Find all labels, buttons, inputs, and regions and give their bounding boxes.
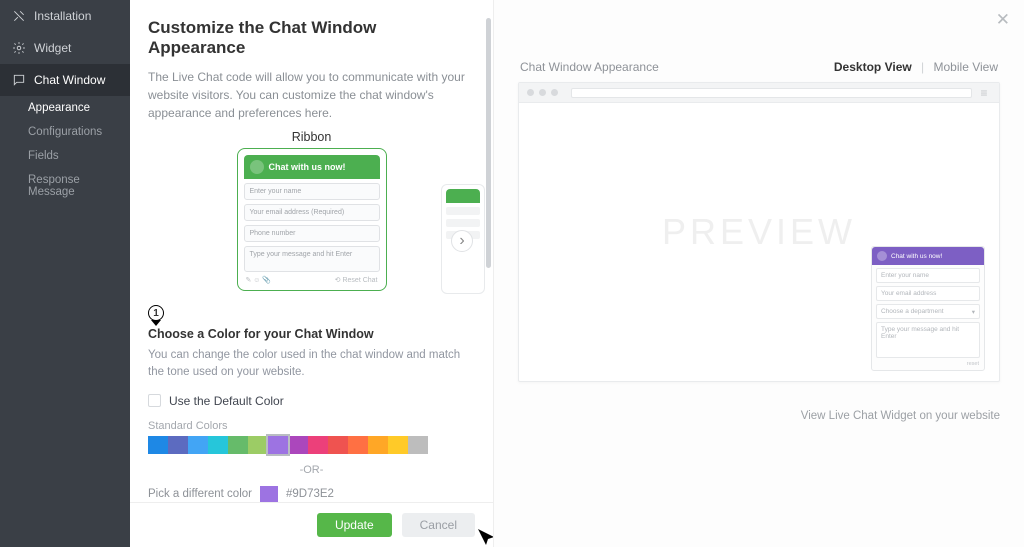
ribbon-head-text: Chat with us now!: [269, 162, 346, 172]
browser-preview: ≡ PREVIEW Chat with us now! Enter your n…: [518, 82, 1000, 382]
url-bar: [571, 88, 972, 98]
window-dot-icon: [527, 89, 534, 96]
tools-icon: [12, 9, 26, 23]
chat-icon: [12, 73, 26, 87]
color-swatch[interactable]: [308, 436, 328, 454]
tab-desktop-view[interactable]: Desktop View: [834, 60, 912, 74]
color-swatch[interactable]: [328, 436, 348, 454]
chat-msg-field: Type your message and hit Enter: [876, 322, 980, 358]
hamburger-icon: ≡: [977, 86, 991, 100]
color-swatch[interactable]: [248, 436, 268, 454]
chevron-right-icon: ›: [459, 232, 464, 250]
checkbox-icon[interactable]: [148, 394, 161, 407]
color-swatch[interactable]: [388, 436, 408, 454]
ribbon-name-field: Enter your name: [244, 183, 380, 200]
custom-color-swatch[interactable]: [260, 486, 278, 502]
chat-foot: reset: [872, 358, 984, 370]
ribbon-email-field: Your email address (Required): [244, 204, 380, 221]
tab-mobile-view[interactable]: Mobile View: [934, 60, 998, 74]
chat-widget-preview: Chat with us now! Enter your name Your e…: [871, 246, 985, 371]
settings-panel: Customize the Chat Window Appearance The…: [130, 0, 494, 547]
sidebar-item-chat-window[interactable]: Chat Window: [0, 64, 130, 96]
color-swatch[interactable]: [148, 436, 168, 454]
chevron-down-icon: ▾: [972, 308, 975, 316]
chat-bubble-icon: [250, 160, 264, 174]
standard-colors-label: Standard Colors: [148, 420, 475, 432]
pick-color-label: Pick a different color: [148, 488, 252, 500]
default-color-checkbox-row[interactable]: Use the Default Color: [148, 394, 475, 408]
hex-value: #9D73E2: [286, 488, 334, 500]
ribbon-preview-card[interactable]: Chat with us now! Enter your name Your e…: [237, 148, 387, 291]
step-1-desc: You can change the color used in the cha…: [148, 347, 475, 382]
default-color-label: Use the Default Color: [169, 394, 284, 408]
sidebar-sub-configurations[interactable]: Configurations: [0, 120, 130, 144]
chat-email-field: Your email address: [876, 286, 980, 301]
color-swatch[interactable]: [168, 436, 188, 454]
color-swatch[interactable]: [268, 436, 288, 454]
color-swatches: [148, 436, 475, 454]
ribbon-header: Chat with us now!: [244, 155, 380, 179]
ribbon-phone-field: Phone number: [244, 225, 380, 242]
cursor-arrow-icon: [476, 527, 494, 547]
tab-separator: |: [921, 60, 924, 74]
sidebar-item-label: Widget: [34, 41, 71, 55]
ribbon-message-field: Type your message and hit Enter: [244, 246, 380, 272]
cancel-button[interactable]: Cancel: [402, 513, 475, 537]
sidebar: Installation Widget Chat Window Appearan…: [0, 0, 130, 547]
chat-name-field: Enter your name: [876, 268, 980, 283]
sidebar-sub-fields[interactable]: Fields: [0, 144, 130, 168]
sidebar-item-widget[interactable]: Widget: [0, 32, 130, 64]
sidebar-item-installation[interactable]: Installation: [0, 0, 130, 32]
color-swatch[interactable]: [288, 436, 308, 454]
sidebar-item-label: Installation: [34, 9, 91, 23]
sidebar-item-label: Chat Window: [34, 73, 105, 87]
ribbon-label: Ribbon: [148, 130, 475, 144]
intro-text: The Live Chat code will allow you to com…: [148, 68, 475, 122]
color-swatch[interactable]: [408, 436, 428, 454]
color-swatch[interactable]: [348, 436, 368, 454]
color-swatch[interactable]: [188, 436, 208, 454]
or-divider: -OR-: [148, 464, 475, 476]
preview-header-label: Chat Window Appearance: [520, 60, 659, 74]
close-icon[interactable]: ✕: [996, 10, 1010, 30]
color-swatch[interactable]: [228, 436, 248, 454]
chat-head-text: Chat with us now!: [891, 253, 942, 260]
window-dot-icon: [539, 89, 546, 96]
sidebar-sub-appearance[interactable]: Appearance: [0, 96, 130, 120]
scrollbar[interactable]: [486, 18, 491, 268]
update-button[interactable]: Update: [317, 513, 392, 537]
color-swatch[interactable]: [208, 436, 228, 454]
footer-bar: Update Cancel: [130, 502, 493, 547]
step-1-badge: 1: [148, 305, 164, 321]
chat-dept-field: Choose a department▾: [876, 304, 980, 319]
window-dot-icon: [551, 89, 558, 96]
ribbon-foot-icons: ✎ ☺ 📎: [246, 276, 272, 284]
view-widget-link[interactable]: View Live Chat Widget on your website: [518, 410, 1000, 422]
preview-pane: ✕ Chat Window Appearance Desktop View | …: [494, 0, 1024, 547]
ribbon-foot-reset: ⟲ Reset Chat: [335, 276, 378, 284]
step-1-title: Choose a Color for your Chat Window: [148, 327, 475, 341]
sidebar-sub-response-message[interactable]: Response Message: [0, 168, 130, 204]
color-swatch[interactable]: [368, 436, 388, 454]
page-title: Customize the Chat Window Appearance: [148, 18, 475, 58]
chat-bubble-icon: [877, 251, 887, 261]
gear-icon: [12, 41, 26, 55]
carousel-next-button[interactable]: ›: [451, 230, 473, 252]
